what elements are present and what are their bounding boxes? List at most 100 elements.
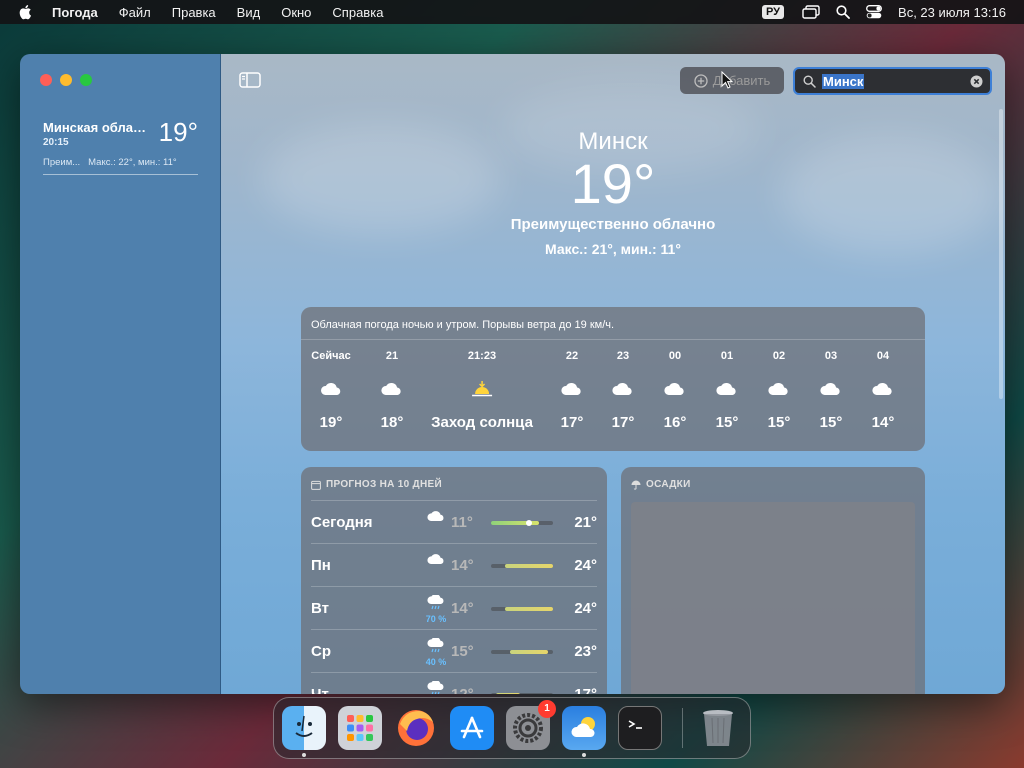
app-store-icon[interactable]: [450, 706, 494, 750]
current-weather: Минск 19° Преимущественно облачно Макс.:…: [221, 128, 1005, 257]
menu-view[interactable]: Вид: [237, 5, 261, 20]
apple-menu-icon[interactable]: [18, 4, 32, 20]
cloud-icon: [820, 376, 843, 402]
hourly-row: Сейчас 19° 21 18° 21:23 Заход солнца 22 17° 23 17…: [301, 350, 925, 450]
window-controls: [40, 74, 100, 86]
hour-column: 23 17°: [612, 350, 635, 431]
close-window-button[interactable]: [40, 74, 52, 86]
hour-column: 21:23 Заход солнца: [431, 350, 533, 431]
search-input-value[interactable]: Минск: [822, 73, 865, 89]
precipitation-panel[interactable]: ОСАДКИ: [621, 467, 925, 694]
forecast-low: 14°: [451, 600, 474, 617]
precipitation-title: ОСАДКИ: [646, 479, 691, 490]
hour-temp: 16°: [663, 414, 687, 431]
dock-divider: [682, 708, 683, 748]
system-settings-icon[interactable]: 1: [506, 700, 556, 750]
cloud-icon: [768, 376, 791, 402]
scrollbar[interactable]: [999, 109, 1003, 399]
mouse-pointer-icon: [721, 70, 734, 94]
plus-circle-icon: [694, 73, 708, 88]
forecast-day-row[interactable]: Ср 40 % 15° 23°: [311, 630, 597, 673]
forecast-day-name: Сегодня: [311, 514, 373, 531]
hourly-forecast-panel[interactable]: Облачная погода ночью и утром. Порывы ве…: [301, 307, 925, 451]
weather-icon[interactable]: [562, 706, 606, 757]
spotlight-search-icon[interactable]: [836, 5, 850, 19]
menu-window[interactable]: Окно: [281, 5, 311, 20]
trash-icon[interactable]: [696, 706, 740, 750]
hour-label: 21:23: [467, 350, 497, 362]
zoom-window-button[interactable]: [80, 74, 92, 86]
menu-file[interactable]: Файл: [119, 5, 151, 20]
control-center-icon[interactable]: [866, 5, 882, 19]
sidebar-location-card[interactable]: Минская область 20:15 19° Преим... Макс.…: [43, 117, 198, 175]
menu-edit[interactable]: Правка: [172, 5, 216, 20]
hour-temp: 14°: [871, 414, 895, 431]
temperature-range-bar: [491, 520, 553, 526]
launchpad-icon[interactable]: [338, 706, 382, 750]
hour-temp: 19°: [319, 414, 343, 431]
forecast-day-row[interactable]: Сегодня 11° 21°: [311, 501, 597, 544]
cloud-icon: [872, 376, 895, 402]
search-input[interactable]: Минск: [793, 67, 992, 95]
hour-column: 03 15°: [820, 350, 843, 431]
search-icon: [803, 74, 816, 88]
forecast-high: 17°: [574, 686, 597, 694]
hour-column: 04 14°: [872, 350, 895, 431]
hour-label: 23: [616, 350, 630, 362]
main-content: Добавить Минск Минск 19° Преимущественно…: [221, 54, 1005, 694]
forecast-high: 21°: [574, 514, 597, 531]
weather-window: Минская область 20:15 19° Преим... Макс.…: [20, 54, 1005, 694]
hour-label: 04: [876, 350, 890, 362]
menu-app-name[interactable]: Погода: [52, 5, 98, 20]
menu-help[interactable]: Справка: [332, 5, 383, 20]
hour-temp: Заход солнца: [431, 414, 533, 431]
forecast-high: 24°: [574, 557, 597, 574]
temperature-range-bar: [491, 650, 553, 654]
forecast-day-row[interactable]: Чт 12° 17°: [311, 673, 597, 694]
cloud-icon: [421, 509, 451, 527]
cloud-icon: [381, 376, 404, 402]
location-hilo: Макс.: 22°, мин.: 11°: [88, 157, 177, 168]
input-language-indicator[interactable]: РУ: [761, 5, 785, 19]
cloud-icon: [612, 376, 635, 402]
forecast-day-name: Ср: [311, 643, 331, 660]
settings-badge: 1: [538, 700, 556, 718]
precip-chance: 40 %: [425, 657, 447, 667]
temperature-range-bar: [491, 564, 553, 568]
clear-search-icon[interactable]: [970, 75, 983, 88]
cloud-icon: [421, 552, 451, 570]
cloud-rain-icon: 70 %: [421, 594, 451, 624]
hour-column: 02 15°: [768, 350, 791, 431]
ten-day-title: ПРОГНОЗ НА 10 ДНЕЙ: [326, 479, 442, 490]
current-temp: 19°: [570, 152, 656, 215]
hour-column: 22 17°: [561, 350, 584, 431]
cloud-rain-icon: 40 %: [421, 637, 451, 667]
hour-label: 22: [565, 350, 579, 362]
hour-column: 01 15°: [716, 350, 739, 431]
screen-mirroring-icon[interactable]: [802, 5, 820, 19]
cloud-icon: [716, 376, 739, 402]
minimize-window-button[interactable]: [60, 74, 72, 86]
hour-temp: 15°: [819, 414, 843, 431]
hour-temp: 17°: [611, 414, 635, 431]
terminal-icon[interactable]: [618, 706, 662, 750]
cloud-rain-icon: [421, 680, 451, 694]
ten-day-list: Сегодня 11° 21° Пн 14° 24° Вт 70 % 14° 24° Ср 40 % 1…: [301, 501, 607, 694]
sidebar-toggle-icon[interactable]: [239, 72, 261, 88]
sidebar: Минская область 20:15 19° Преим... Макс.…: [20, 54, 221, 694]
precipitation-map[interactable]: [631, 502, 915, 694]
firefox-icon[interactable]: [394, 706, 438, 750]
hour-label: 01: [720, 350, 734, 362]
hour-column: Сейчас 19°: [311, 350, 350, 431]
menu-clock[interactable]: Вс, 23 июля 13:16: [898, 5, 1006, 20]
hourly-summary: Облачная погода ночью и утром. Порывы ве…: [301, 307, 925, 340]
finder-icon[interactable]: [282, 706, 326, 757]
hour-temp: 17°: [560, 414, 584, 431]
hour-label: Сейчас: [311, 350, 351, 362]
forecast-day-row[interactable]: Пн 14° 24°: [311, 544, 597, 587]
hour-label: 03: [824, 350, 838, 362]
forecast-day-row[interactable]: Вт 70 % 14° 24°: [311, 587, 597, 630]
forecast-day-name: Пн: [311, 557, 331, 574]
location-divider: [43, 174, 198, 175]
ten-day-forecast-panel[interactable]: ПРОГНОЗ НА 10 ДНЕЙ Сегодня 11° 21° Пн 14° 24°…: [301, 467, 607, 694]
